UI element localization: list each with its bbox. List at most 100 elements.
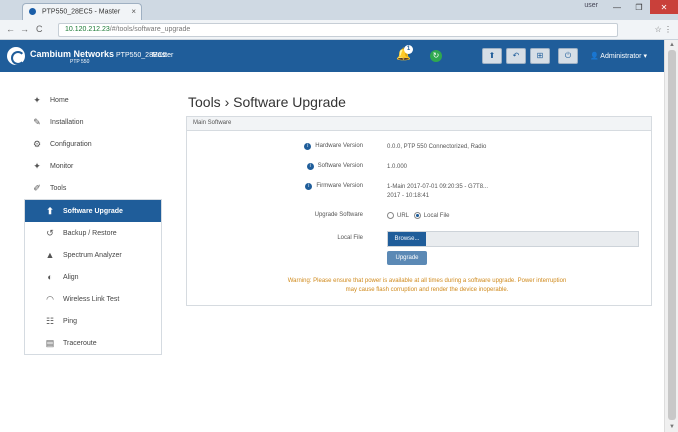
maximize-icon[interactable]: ❐ bbox=[628, 0, 650, 14]
sidebar-item-label: Monitor bbox=[50, 162, 74, 170]
panel-title: Main Software bbox=[187, 117, 651, 131]
upgrade-software-label: Upgrade Software bbox=[314, 212, 363, 218]
app-header: Cambium Networks PTP 550 PTP550_28EC5 Ma… bbox=[0, 40, 664, 72]
warning-line-1: Warning: Please ensure that power is ava… bbox=[287, 278, 567, 284]
sidebar-item-wireless-link-test[interactable]: ◠ Wireless Link Test bbox=[25, 288, 161, 310]
url-path: /#/tools/software_upgrade bbox=[109, 26, 191, 33]
sidebar-item-configuration[interactable]: ⚙ Configuration bbox=[24, 133, 162, 155]
sidebar-item-label: Align bbox=[63, 273, 79, 281]
local-file-radio-label: Local File bbox=[423, 213, 450, 220]
profile-chip[interactable]: user bbox=[584, 2, 598, 9]
sidebar-item-software-upgrade[interactable]: ⬆ Software Upgrade bbox=[25, 200, 161, 222]
upload-config-button[interactable]: ⬆ bbox=[482, 48, 502, 64]
align-icon: ◐ bbox=[47, 272, 53, 282]
brand-name: Cambium Networks bbox=[30, 49, 115, 59]
home-icon: ✦ bbox=[33, 94, 41, 105]
firmware-version-label: Firmware Version bbox=[316, 183, 363, 189]
status-icon[interactable]: ↻ bbox=[430, 50, 442, 62]
tab-close-icon[interactable]: × bbox=[131, 7, 136, 16]
url-host: 10.120.212.23 bbox=[65, 26, 110, 33]
warning-text: Warning: Please ensure that power is ava… bbox=[227, 277, 627, 295]
page-scrollbar[interactable]: ▲ ▼ bbox=[664, 40, 678, 432]
sidebar-item-label: Tools bbox=[50, 184, 67, 192]
back-icon[interactable]: ← bbox=[6, 24, 15, 34]
warning-line-2: may cause flash corruption and render th… bbox=[345, 287, 509, 293]
spectrum-analyzer-icon: ▲ bbox=[45, 250, 55, 260]
undo-button[interactable]: ↶ bbox=[506, 48, 526, 64]
software-upgrade-icon: ⬆ bbox=[46, 205, 54, 216]
admin-label: Administrator bbox=[600, 53, 642, 60]
info-icon: i bbox=[304, 143, 312, 150]
local-file-label: Local File bbox=[337, 235, 363, 241]
sidebar-item-label: Configuration bbox=[50, 140, 92, 148]
sidebar: ✦ Home ✎ Installation ⚙ Configuration ✦ Monitor… bbox=[24, 89, 162, 355]
info-icon: i bbox=[305, 183, 313, 190]
browser-tab[interactable]: PTP550_28EC5 - Master × bbox=[22, 3, 142, 20]
sidebar-item-label: Software Upgrade bbox=[63, 207, 123, 215]
software-version-label: Software Version bbox=[317, 163, 363, 169]
url-radio-label: URL bbox=[397, 213, 409, 220]
notification-count: 1 bbox=[404, 45, 413, 54]
scroll-up-icon[interactable]: ▲ bbox=[669, 42, 675, 48]
sidebar-item-monitor[interactable]: ✦ Monitor bbox=[24, 155, 162, 177]
wireless-link-test-icon: ◠ bbox=[46, 293, 54, 304]
firmware-version-value: 1-Main 2017-07-01 09:20:35 - G7T8... 2017… bbox=[387, 183, 647, 201]
upgrade-source-options: URL Local File bbox=[387, 212, 647, 221]
minimize-icon[interactable]: — bbox=[606, 0, 628, 14]
page-title: Tools › Software Upgrade bbox=[188, 94, 346, 110]
notification-bell-icon[interactable]: 🔔 1 bbox=[396, 45, 413, 65]
sidebar-item-spectrum-analyzer[interactable]: ▲ Spectrum Analyzer bbox=[25, 244, 161, 266]
scroll-down-icon[interactable]: ▼ bbox=[669, 424, 675, 430]
bookmark-menu-icons[interactable]: ☆ ⋮ bbox=[655, 25, 672, 34]
sidebar-item-label: Traceroute bbox=[63, 339, 97, 347]
sidebar-item-traceroute[interactable]: ▤ Traceroute bbox=[25, 332, 161, 354]
info-icon: i bbox=[306, 163, 314, 170]
forward-icon[interactable]: → bbox=[20, 24, 29, 34]
scrollbar-thumb[interactable] bbox=[668, 50, 676, 420]
tools-icon: ✐ bbox=[33, 182, 41, 193]
sidebar-item-tools[interactable]: ✐ Tools bbox=[24, 177, 162, 199]
browser-tab-strip: PTP550_28EC5 - Master × user — ❐ ✕ bbox=[0, 0, 678, 20]
url-radio[interactable] bbox=[387, 212, 394, 219]
sidebar-item-label: Ping bbox=[63, 317, 78, 325]
apply-button[interactable]: ⊞ bbox=[530, 48, 550, 64]
sidebar-item-align[interactable]: ◐ Align bbox=[25, 266, 161, 288]
upgrade-button[interactable]: Upgrade bbox=[387, 251, 427, 265]
hardware-version-label: Hardware Version bbox=[315, 143, 363, 149]
ping-icon: ☷ bbox=[45, 315, 55, 326]
backup-restore-icon: ↺ bbox=[46, 227, 54, 238]
brand-model: PTP 550 bbox=[70, 59, 90, 65]
brand: Cambium Networks PTP 550 bbox=[30, 49, 114, 65]
sidebar-item-backup-restore[interactable]: ↺ Backup / Restore bbox=[25, 222, 161, 244]
sidebar-item-home[interactable]: ✦ Home bbox=[24, 89, 162, 111]
favicon-icon bbox=[29, 8, 36, 15]
monitor-icon: ✦ bbox=[33, 160, 41, 171]
sidebar-item-label: Spectrum Analyzer bbox=[63, 251, 122, 259]
installation-icon: ✎ bbox=[33, 116, 41, 127]
reload-icon[interactable]: C bbox=[36, 24, 43, 34]
window-controls: — ❐ ✕ bbox=[606, 0, 678, 14]
tools-submenu: ⬆ Software Upgrade ↺ Backup / Restore ▲ Spect… bbox=[24, 199, 162, 355]
sidebar-item-label: Backup / Restore bbox=[63, 229, 117, 237]
address-bar-row: ← → C 10.120.212.23/#/tools/software_upg… bbox=[0, 20, 678, 40]
browse-button[interactable]: Browse... bbox=[388, 232, 426, 246]
software-panel: Main Software i Hardware Version 0.0.0, P… bbox=[186, 116, 652, 306]
configuration-icon: ⚙ bbox=[32, 138, 42, 149]
cambium-logo-icon bbox=[7, 47, 25, 65]
sidebar-item-label: Home bbox=[50, 96, 69, 104]
traceroute-icon: ▤ bbox=[45, 337, 55, 348]
firmware-line-1: 1-Main 2017-07-01 09:20:35 - G7T8... bbox=[387, 184, 489, 190]
admin-menu[interactable]: 👤 Administrator ▾ bbox=[590, 52, 647, 60]
reboot-button[interactable]: ⏻ bbox=[558, 48, 578, 64]
tab-title: PTP550_28EC5 - Master bbox=[41, 8, 121, 16]
sidebar-item-label: Wireless Link Test bbox=[63, 295, 120, 303]
sidebar-item-installation[interactable]: ✎ Installation bbox=[24, 111, 162, 133]
local-file-radio[interactable] bbox=[413, 212, 421, 219]
hardware-version-value: 0.0.0, PTP 550 Connectorized, Radio bbox=[387, 144, 487, 150]
file-input[interactable]: Browse... bbox=[387, 231, 639, 247]
software-version-value: 1.0.000 bbox=[387, 164, 408, 170]
sidebar-item-label: Installation bbox=[50, 118, 84, 126]
url-field[interactable]: 10.120.212.23/#/tools/software_upgrade bbox=[58, 23, 618, 37]
sidebar-item-ping[interactable]: ☷ Ping bbox=[25, 310, 161, 332]
close-window-icon[interactable]: ✕ bbox=[650, 0, 678, 14]
